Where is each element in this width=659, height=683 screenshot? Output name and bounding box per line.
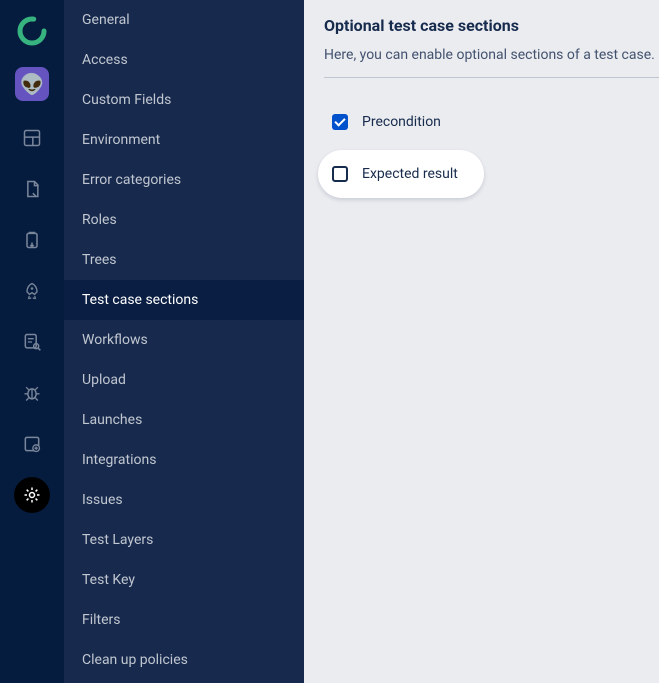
nav-label: Launches	[82, 412, 142, 428]
rail-dashboard[interactable]	[14, 120, 50, 156]
clipboard-icon	[22, 230, 42, 250]
rail-rocket[interactable]	[14, 273, 50, 309]
gear-icon	[22, 485, 42, 505]
workspace-avatar[interactable]: 👽	[15, 67, 49, 101]
bug-icon	[22, 383, 42, 403]
nav-label: Environment	[82, 132, 160, 148]
nav-filters[interactable]: Filters	[64, 600, 304, 640]
nav-general[interactable]: General	[64, 0, 304, 40]
nav-access[interactable]: Access	[64, 40, 304, 80]
nav-label: Access	[82, 52, 128, 68]
nav-label: Error categories	[82, 172, 181, 188]
search-doc-icon	[22, 332, 42, 352]
option-precondition[interactable]: Precondition	[318, 98, 659, 146]
brand-logo[interactable]	[15, 14, 49, 48]
document-icon	[22, 179, 42, 199]
option-label: Precondition	[362, 114, 441, 130]
dashboard-icon	[22, 128, 42, 148]
nav-label: Workflows	[82, 332, 148, 348]
checkbox-checked-icon[interactable]	[332, 114, 348, 130]
nav-workflows[interactable]: Workflows	[64, 320, 304, 360]
nav-custom-fields[interactable]: Custom Fields	[64, 80, 304, 120]
rail-search-doc[interactable]	[14, 324, 50, 360]
nav-label: Test Key	[82, 572, 135, 588]
nav-label: Trees	[82, 252, 117, 268]
settings-sidenav: General Access Custom Fields Environment…	[64, 0, 304, 683]
icon-rail: 👽	[0, 0, 64, 683]
nav-label: Test case sections	[82, 292, 198, 308]
nav-test-case-sections[interactable]: Test case sections	[64, 280, 304, 320]
checkbox-unchecked-icon[interactable]	[332, 166, 348, 182]
rail-database[interactable]	[14, 426, 50, 462]
nav-label: General	[82, 12, 130, 28]
nav-test-key[interactable]: Test Key	[64, 560, 304, 600]
nav-label: Custom Fields	[82, 92, 171, 108]
nav-issues[interactable]: Issues	[64, 480, 304, 520]
nav-error-categories[interactable]: Error categories	[64, 160, 304, 200]
rail-clipboard[interactable]	[14, 222, 50, 258]
nav-label: Upload	[82, 372, 126, 388]
nav-trees[interactable]: Trees	[64, 240, 304, 280]
option-label: Expected result	[362, 166, 458, 182]
alien-icon: 👽	[20, 72, 45, 96]
database-icon	[22, 434, 42, 454]
nav-integrations[interactable]: Integrations	[64, 440, 304, 480]
nav-environment[interactable]: Environment	[64, 120, 304, 160]
main-content: Optional test case sections Here, you ca…	[304, 0, 659, 683]
rail-bug[interactable]	[14, 375, 50, 411]
nav-label: Filters	[82, 612, 121, 628]
page-description: Here, you can enable optional sections o…	[324, 47, 659, 63]
nav-launches[interactable]: Launches	[64, 400, 304, 440]
option-expected-result[interactable]: Expected result	[318, 150, 484, 198]
nav-clean-up-policies[interactable]: Clean up policies	[64, 640, 304, 680]
nav-test-layers[interactable]: Test Layers	[64, 520, 304, 560]
rocket-icon	[22, 281, 42, 301]
nav-roles[interactable]: Roles	[64, 200, 304, 240]
page-title: Optional test case sections	[324, 16, 659, 35]
nav-label: Integrations	[82, 452, 156, 468]
rail-settings[interactable]	[14, 477, 50, 513]
rail-document[interactable]	[14, 171, 50, 207]
nav-label: Test Layers	[82, 532, 153, 548]
nav-label: Clean up policies	[82, 652, 188, 668]
nav-label: Issues	[82, 492, 123, 508]
nav-upload[interactable]: Upload	[64, 360, 304, 400]
divider	[324, 77, 659, 78]
nav-label: Roles	[82, 212, 117, 228]
